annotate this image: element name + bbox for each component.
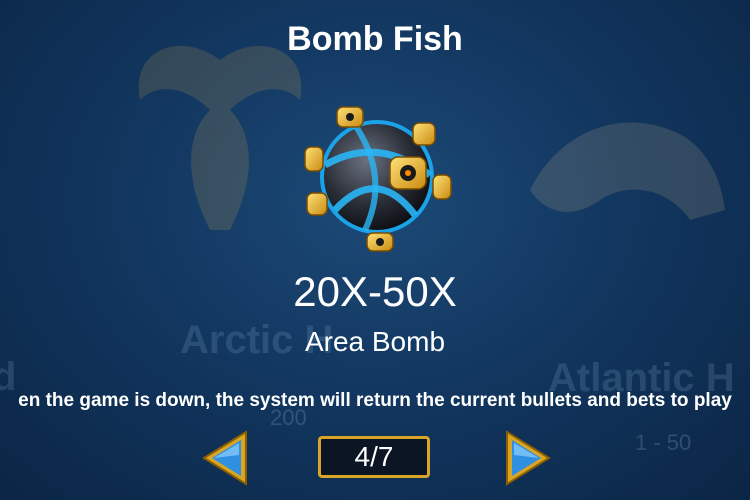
arrow-right-icon [506,430,551,486]
background-crocodile-silhouette [530,122,725,220]
notice-text: en the game is down, the system will ret… [18,390,732,411]
page-indicator: 4/7 [318,436,430,478]
multiplier-range: 20X-50X [293,268,457,315]
next-page-button[interactable] [497,428,553,488]
previous-page-button[interactable] [200,428,256,488]
arrow-left-icon [202,430,247,486]
background-range: 1 - 50 [635,430,692,455]
page-title: Bomb Fish [287,20,463,58]
bomb-type-label: Area Bomb [304,326,446,357]
bomb-fish-icon [304,106,452,252]
